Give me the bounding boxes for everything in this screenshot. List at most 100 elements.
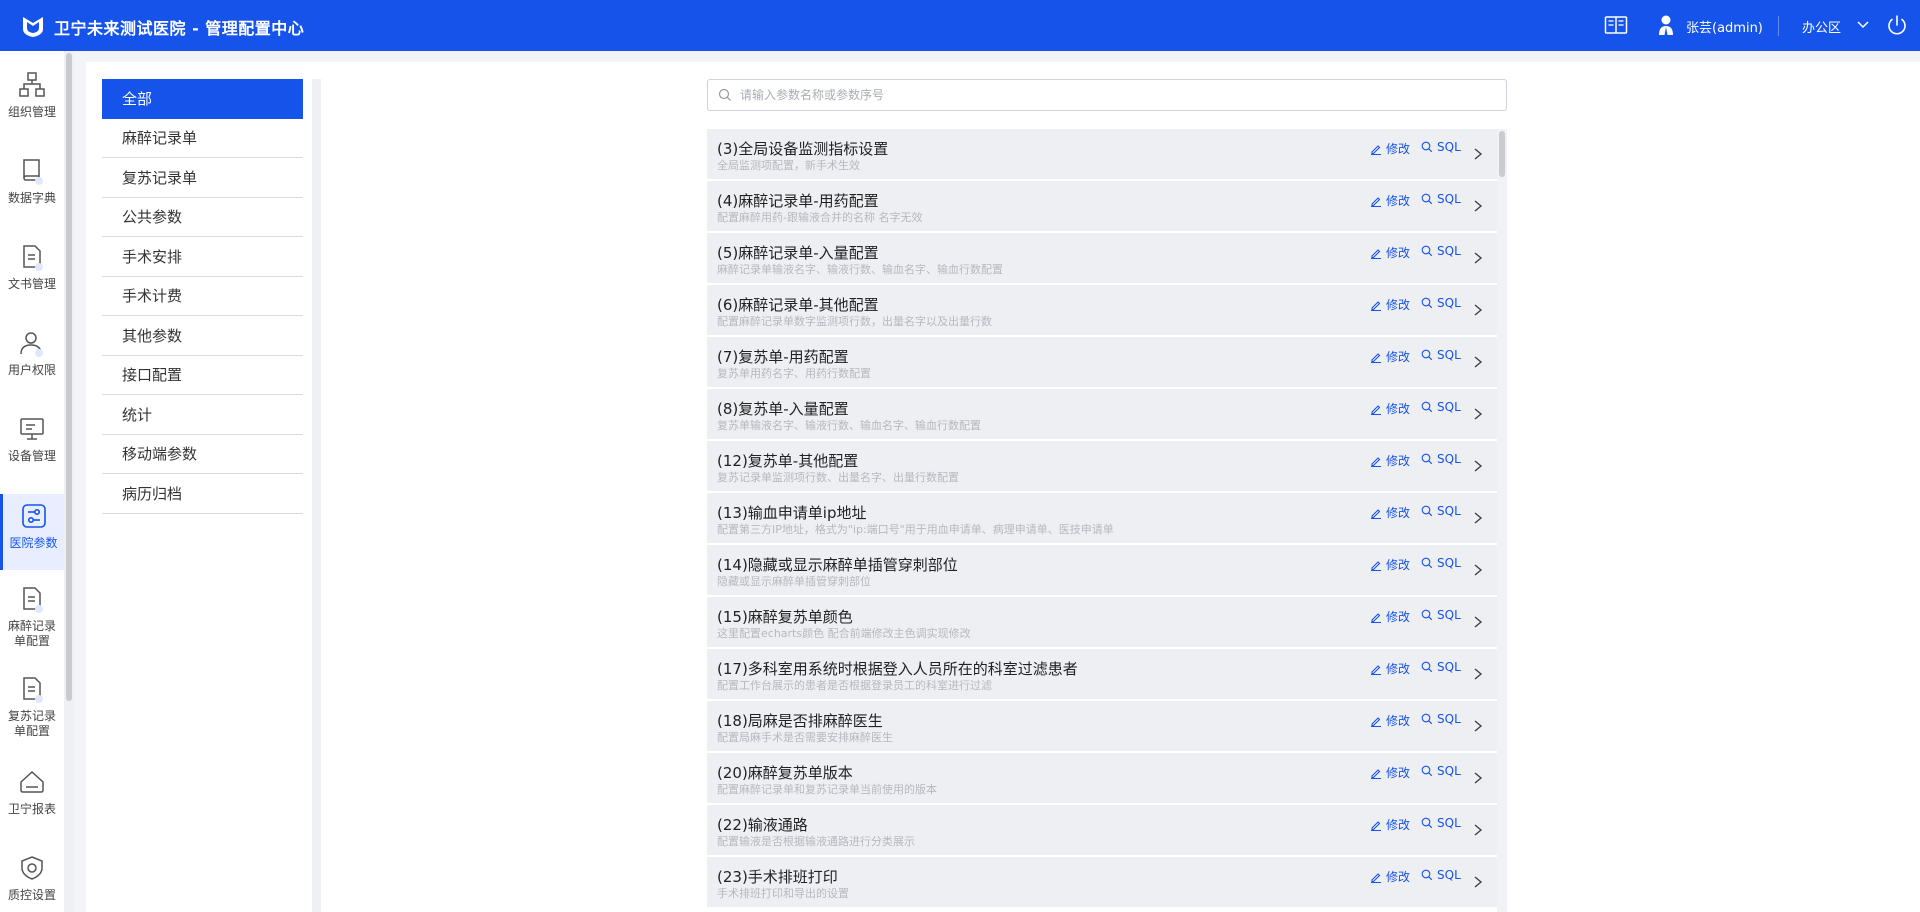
sql-button[interactable]: SQL (1421, 816, 1461, 830)
category-recovery-record[interactable]: 复苏记录单 (102, 158, 303, 198)
edit-button[interactable]: 修改 (1370, 556, 1410, 573)
param-row[interactable]: (4)麻醉记录单-用药配置 配置麻醉用药-跟输液合并的名称 名字无效 修改 SQ… (707, 181, 1497, 231)
param-row[interactable]: (17)多科室用系统时根据登入人员所在的科室过滤患者 配置工作台展示的患者是否根… (707, 649, 1497, 699)
edit-button[interactable]: 修改 (1370, 608, 1410, 625)
param-row[interactable]: (18)局麻是否排麻醉医生 配置局麻手术是否需要安排麻醉医生 修改 SQL (707, 701, 1497, 751)
sql-button[interactable]: SQL (1421, 452, 1461, 466)
sql-button[interactable]: SQL (1421, 764, 1461, 778)
sql-button[interactable]: SQL (1421, 296, 1461, 310)
sql-button[interactable]: SQL (1421, 660, 1461, 674)
param-row[interactable]: (15)麻醉复苏单颜色 这里配置echarts颜色 配合前端修改主色调实现修改 … (707, 597, 1497, 647)
category-public-params[interactable]: 公共参数 (102, 198, 303, 237)
nav-item-hospital-params[interactable]: 医院参数 (0, 494, 64, 570)
nav-label: 医院参数 (9, 536, 58, 550)
chevron-right-icon[interactable] (1472, 667, 1484, 681)
nav-item-org[interactable]: 组织管理 (0, 71, 64, 120)
chevron-right-icon[interactable] (1472, 199, 1484, 213)
nav-item-documents[interactable]: 文书管理 (0, 243, 64, 292)
sql-button[interactable]: SQL (1421, 192, 1461, 206)
sql-button[interactable]: SQL (1421, 348, 1461, 362)
edit-button[interactable]: 修改 (1370, 192, 1410, 209)
edit-button[interactable]: 修改 (1370, 452, 1410, 469)
param-row[interactable]: (3)全局设备监测指标设置 全局监测项配置，新手术生效 修改 SQL (707, 129, 1497, 179)
sql-button[interactable]: SQL (1421, 244, 1461, 258)
search-box[interactable] (707, 79, 1507, 111)
search-input[interactable] (740, 88, 1440, 102)
user-avatar-icon[interactable] (1658, 14, 1674, 36)
edit-label: 修改 (1386, 558, 1411, 572)
chevron-right-icon[interactable] (1472, 147, 1484, 161)
sql-button[interactable]: SQL (1421, 504, 1461, 518)
power-icon[interactable] (1885, 13, 1909, 37)
param-row[interactable]: (5)麻醉记录单-入量配置 麻醉记录单输液名字、输液行数、输血名字、输血行数配置… (707, 233, 1497, 283)
edit-pen-icon (1371, 872, 1381, 883)
nav-item-dictionary[interactable]: 数据字典 (0, 157, 64, 206)
chevron-right-icon[interactable] (1472, 407, 1484, 421)
sql-button[interactable]: SQL (1421, 400, 1461, 414)
current-user[interactable]: 张芸(admin) (1686, 17, 1763, 36)
edit-button[interactable]: 修改 (1370, 400, 1410, 417)
edit-button[interactable]: 修改 (1370, 868, 1410, 885)
chevron-right-icon[interactable] (1472, 823, 1484, 837)
sql-button[interactable]: SQL (1421, 868, 1461, 882)
chevron-down-icon[interactable] (1856, 17, 1870, 31)
edit-button[interactable]: 修改 (1370, 348, 1410, 365)
param-row[interactable]: (23)手术排班打印 手术排班打印和导出的设置 修改 SQL (707, 857, 1497, 907)
nav-item-recovery-config[interactable]: 复苏记录单配置 (0, 675, 64, 739)
sql-button[interactable]: SQL (1421, 140, 1461, 154)
param-row[interactable]: (13)输血申请单ip地址 配置第三方IP地址，格式为"ip:端口号"用于用血申… (707, 493, 1497, 543)
param-row[interactable]: (6)麻醉记录单-其他配置 配置麻醉记录单数字监测项行数，出量名字以及出量行数 … (707, 285, 1497, 335)
category-interface-config[interactable]: 接口配置 (102, 356, 303, 395)
param-row[interactable]: (7)复苏单-用药配置 复苏单用药名字、用药行数配置 修改 SQL (707, 337, 1497, 387)
nav-item-anesthesia-config[interactable]: 麻醉记录单配置 (0, 585, 64, 649)
chevron-right-icon[interactable] (1472, 771, 1484, 785)
param-row[interactable]: (20)麻醉复苏单版本 配置麻醉记录单和复苏记录单当前使用的版本 修改 SQL (707, 753, 1497, 803)
chevron-right-icon[interactable] (1472, 511, 1484, 525)
sql-button[interactable]: SQL (1421, 556, 1461, 570)
category-other-params[interactable]: 其他参数 (102, 316, 303, 356)
nav-item-qc-settings[interactable]: 质控设置 (0, 854, 64, 903)
open-book-icon[interactable] (1604, 15, 1628, 35)
search-icon (1421, 505, 1433, 517)
sql-button[interactable]: SQL (1421, 608, 1461, 622)
category-record-archive[interactable]: 病历归档 (102, 474, 303, 514)
area-selector[interactable]: 办公区 (1802, 17, 1841, 36)
edit-button[interactable]: 修改 (1370, 816, 1410, 833)
sql-label: SQL (1437, 348, 1461, 362)
category-anesthesia-record[interactable]: 麻醉记录单 (102, 119, 303, 158)
param-row[interactable]: (12)复苏单-其他配置 复苏记录单监测项行数、出量名字、出量行数配置 修改 S… (707, 441, 1497, 491)
edit-button[interactable]: 修改 (1370, 660, 1410, 677)
category-mobile-params[interactable]: 移动端参数 (102, 435, 303, 474)
sql-button[interactable]: SQL (1421, 712, 1461, 726)
nav-item-permissions[interactable]: 用户权限 (0, 329, 64, 378)
chevron-right-icon[interactable] (1472, 303, 1484, 317)
category-all[interactable]: 全部 (102, 79, 303, 119)
edit-button[interactable]: 修改 (1370, 712, 1410, 729)
rail-scrollbar-thumb[interactable] (66, 53, 72, 701)
param-row[interactable]: (8)复苏单-入量配置 复苏单输液名字、输液行数、输血名字、输血行数配置 修改 … (707, 389, 1497, 439)
category-statistics[interactable]: 统计 (102, 395, 303, 435)
chevron-right-icon[interactable] (1472, 719, 1484, 733)
param-list-scrollbar[interactable] (1497, 129, 1507, 912)
nav-item-reports[interactable]: 卫宁报表 (0, 768, 64, 817)
edit-button[interactable]: 修改 (1370, 244, 1410, 261)
chevron-right-icon[interactable] (1472, 459, 1484, 473)
param-row[interactable]: (14)隐藏或显示麻醉单插管穿刺部位 隐藏或显示麻醉单插管穿刺部位 修改 SQL (707, 545, 1497, 595)
chevron-right-icon[interactable] (1472, 875, 1484, 889)
edit-button[interactable]: 修改 (1370, 504, 1410, 521)
edit-pen-icon (1371, 768, 1381, 779)
nav-label: 设备管理 (7, 449, 56, 463)
chevron-right-icon[interactable] (1472, 355, 1484, 369)
edit-button[interactable]: 修改 (1370, 764, 1410, 781)
param-list-scrollbar-thumb[interactable] (1499, 131, 1505, 177)
edit-button[interactable]: 修改 (1370, 296, 1410, 313)
category-surgery-schedule[interactable]: 手术安排 (102, 237, 303, 277)
category-scrollbar[interactable] (312, 79, 321, 912)
chevron-right-icon[interactable] (1472, 615, 1484, 629)
chevron-right-icon[interactable] (1472, 563, 1484, 577)
chevron-right-icon[interactable] (1472, 251, 1484, 265)
category-surgery-billing[interactable]: 手术计费 (102, 277, 303, 316)
edit-button[interactable]: 修改 (1370, 140, 1410, 157)
nav-item-devices[interactable]: 设备管理 (0, 415, 64, 464)
param-row[interactable]: (22)输液通路 配置输液是否根据输液通路进行分类展示 修改 SQL (707, 805, 1497, 855)
